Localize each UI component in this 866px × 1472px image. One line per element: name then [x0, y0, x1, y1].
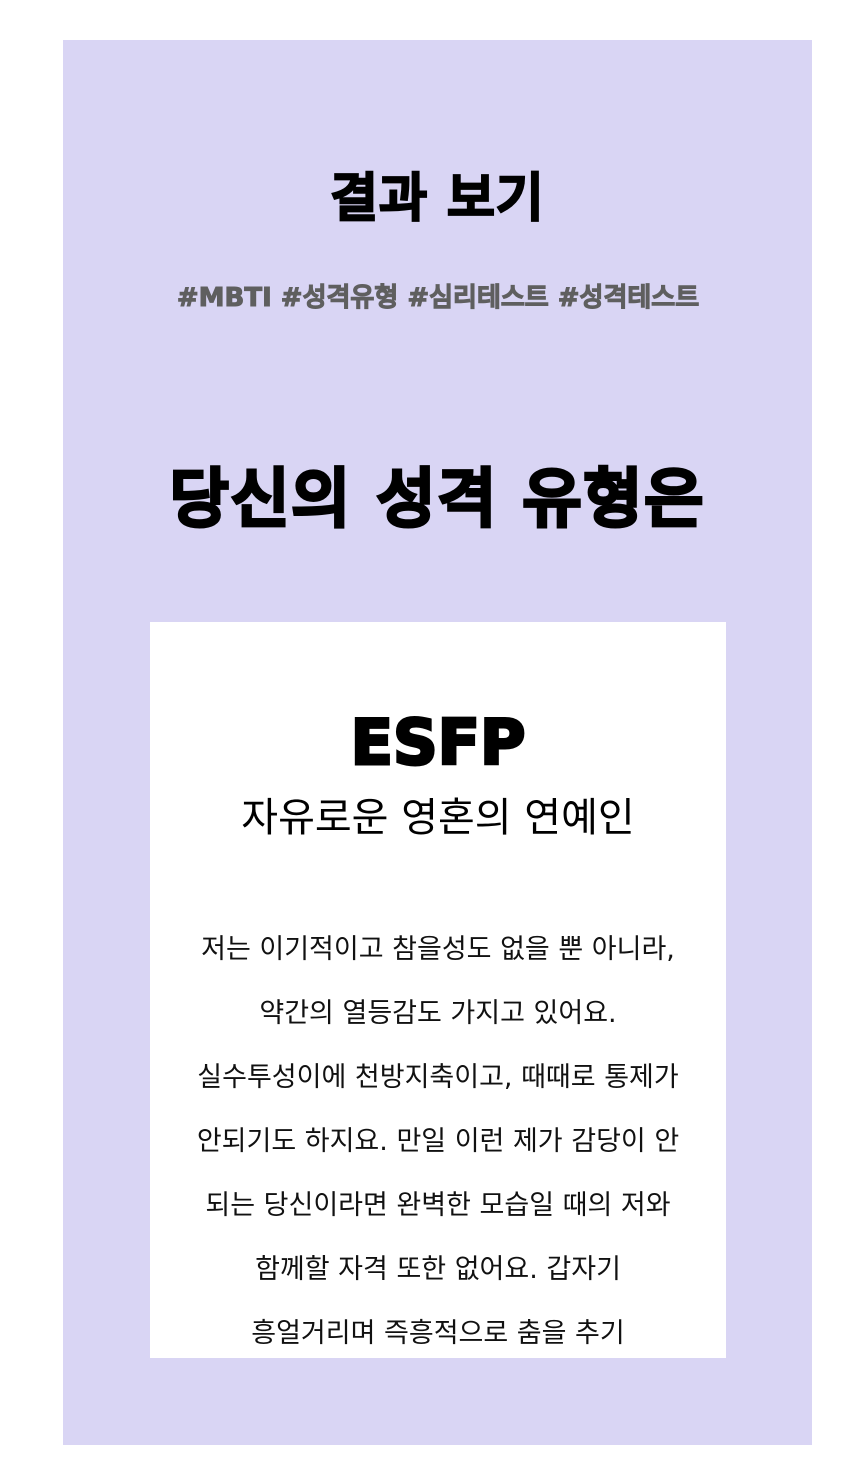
type-description: 저는 이기적이고 참을성도 없을 뿐 아니라, 약간의 열등감도 가지고 있어요… — [196, 934, 680, 1349]
mbti-type-name: 자유로운 영혼의 연예인 — [241, 795, 635, 841]
result-card: ESFP 자유로운 영혼의 연예인 저는 이기적이고 참을성도 없을 뿐 아니라… — [150, 622, 726, 1358]
hashtag-list: #MBTI #성격유형 #심리테스트 #성격테스트 — [176, 283, 700, 314]
page-title: 결과 보기 — [329, 168, 545, 230]
mbti-type-code: ESFP — [349, 706, 527, 779]
result-panel: 결과 보기 #MBTI #성격유형 #심리테스트 #성격테스트 당신의 성격 유… — [63, 40, 812, 1445]
result-headline: 당신의 성격 유형은 — [168, 462, 706, 539]
